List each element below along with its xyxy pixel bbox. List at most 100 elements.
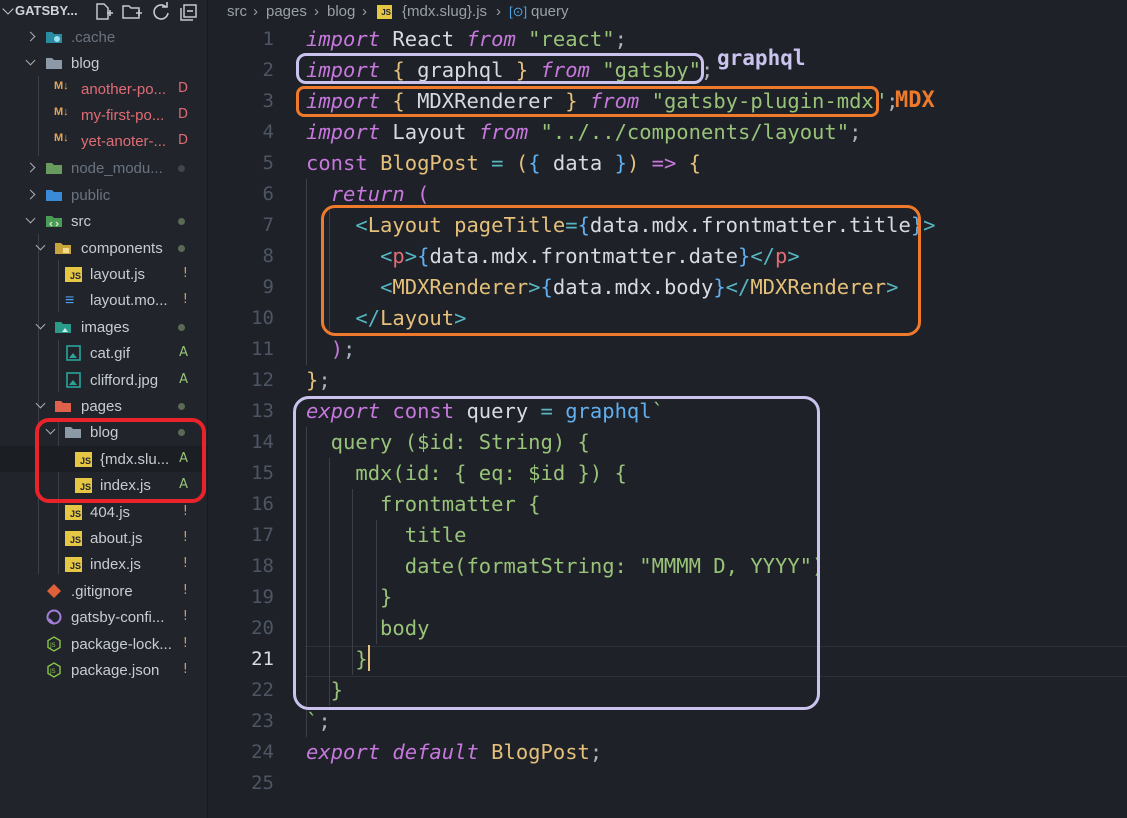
tree-item-file[interactable]: .gitignore ! <box>0 578 207 604</box>
line-number: 18 <box>251 555 274 577</box>
explorer-header[interactable]: GATSBY... <box>0 0 207 24</box>
line-number: 5 <box>262 152 274 174</box>
line-number: 6 <box>262 183 274 205</box>
code-line[interactable]: import React from "react"; <box>306 24 627 55</box>
mdx-import-highlight-box <box>296 86 879 117</box>
tree-item-label: images <box>81 319 130 336</box>
code-line[interactable]: import Layout from "../../components/lay… <box>306 117 861 148</box>
code-token: default <box>392 740 479 764</box>
breadcrumb-segment[interactable]: {mdx.slug}.js <box>402 3 487 20</box>
code-token: } <box>614 151 627 175</box>
collapse-all-icon[interactable] <box>178 2 200 22</box>
tree-item-label: .gitignore <box>71 583 133 600</box>
code-token: ; <box>343 337 356 361</box>
explorer-sidebar: GATSBY... .cache blog M↓ another-po... D… <box>0 0 208 818</box>
mdx-annotation-label: MDX <box>895 88 935 113</box>
tree-item-node-modules[interactable]: node_modu... <box>0 155 207 181</box>
tree-item-blog-root[interactable]: blog <box>0 50 207 76</box>
line-number: 16 <box>251 493 274 515</box>
red-highlight-box <box>35 418 206 503</box>
line-number: 11 <box>251 338 274 360</box>
breadcrumb-segment[interactable]: pages <box>266 3 307 20</box>
tree-item-label: src <box>71 213 91 230</box>
tree-item-pages[interactable]: pages <box>0 393 207 419</box>
tree-item-components[interactable]: components <box>0 235 207 261</box>
javascript-icon: JS <box>65 505 82 520</box>
tree-item-file[interactable]: cat.gif A <box>0 340 207 366</box>
tree-item-label: cat.gif <box>90 345 131 362</box>
images-folder-icon <box>55 322 71 333</box>
tree-item-label: layout.mo... <box>90 292 168 309</box>
layout-jsx-highlight-box <box>321 205 921 336</box>
tree-item-file[interactable]: JS index.js ! <box>0 551 207 577</box>
breadcrumb-segment[interactable]: blog <box>327 3 355 20</box>
markdown-icon: M↓ <box>54 80 69 92</box>
code-line[interactable]: ); <box>306 334 356 365</box>
tree-item-public[interactable]: public <box>0 182 207 208</box>
tree-item-file[interactable]: JS package.json ! <box>0 657 207 683</box>
git-icon <box>47 584 61 598</box>
code-editor[interactable]: 1 2 3 4 5 6 7 8 9 10 11 12 13 14 15 16 1… <box>209 24 1127 818</box>
tree-item-cache[interactable]: .cache <box>0 24 207 50</box>
git-status: ! <box>182 583 188 598</box>
tree-item-label: another-po... <box>81 81 167 98</box>
git-status: D <box>177 107 188 122</box>
tree-item-file[interactable]: gatsby-confi... ! <box>0 604 207 630</box>
markdown-icon: M↓ <box>54 132 69 144</box>
breadcrumb-segment[interactable]: query <box>531 3 569 20</box>
line-number: 15 <box>251 462 274 484</box>
new-folder-icon[interactable] <box>121 2 143 22</box>
tree-item-file[interactable]: JS about.js ! <box>0 525 207 551</box>
tree-item-file[interactable]: M↓ my-first-po... D <box>0 102 207 128</box>
code-token: BlogPost <box>380 151 479 175</box>
tree-item-label: my-first-po... <box>81 107 165 124</box>
tree-item-label: clifford.jpg <box>90 372 159 389</box>
code-token: > <box>923 213 936 237</box>
code-token: { <box>688 151 701 175</box>
code-token: export <box>306 740 381 764</box>
line-number: 2 <box>262 59 274 81</box>
explorer-title: GATSBY... <box>15 3 78 18</box>
code-line[interactable]: }; <box>306 365 331 396</box>
status-dot <box>178 245 185 252</box>
css-icon: ≡ <box>65 292 75 309</box>
code-token: = <box>491 151 504 175</box>
refresh-icon[interactable] <box>150 2 172 22</box>
code-line[interactable]: export default BlogPost; <box>306 737 602 768</box>
chevron-right-icon: › <box>314 3 319 20</box>
status-dot <box>178 403 185 410</box>
line-number: 17 <box>251 524 274 546</box>
git-status: ! <box>182 556 188 571</box>
javascript-icon: JS <box>65 557 82 572</box>
tree-item-file[interactable]: ≡ layout.mo... ! <box>0 287 207 313</box>
components-folder-icon <box>55 243 71 254</box>
gatsby-icon <box>46 609 62 625</box>
code-line[interactable]: `; <box>306 706 331 737</box>
tree-item-file[interactable]: JS package-lock... ! <box>0 631 207 657</box>
git-status: ! <box>182 266 188 281</box>
tree-item-src[interactable]: src <box>0 208 207 234</box>
tree-item-label: blog <box>71 55 100 72</box>
chevron-down-icon[interactable] <box>2 3 14 15</box>
tree-item-images[interactable]: images <box>0 314 207 340</box>
tree-item-file[interactable]: JS layout.js ! <box>0 261 207 287</box>
line-number: 8 <box>262 245 274 267</box>
line-number: 25 <box>251 772 274 794</box>
code-token: => <box>651 151 677 175</box>
tree-item-file[interactable]: M↓ another-po... D <box>0 76 207 102</box>
tree-item-file[interactable]: M↓ yet-anoter-... D <box>0 128 207 154</box>
breadcrumb-segment[interactable]: src <box>227 3 247 20</box>
code-token: ) <box>330 337 344 361</box>
status-dot <box>178 165 185 172</box>
code-token: "react" <box>515 27 615 51</box>
tree-item-file[interactable]: clifford.jpg A <box>0 367 207 393</box>
code-token: ; <box>614 27 627 51</box>
new-file-icon[interactable] <box>93 2 115 22</box>
code-token: from <box>478 120 529 144</box>
code-line[interactable]: const BlogPost = ({ data }) => { <box>306 148 701 179</box>
image-file-icon <box>66 345 81 361</box>
